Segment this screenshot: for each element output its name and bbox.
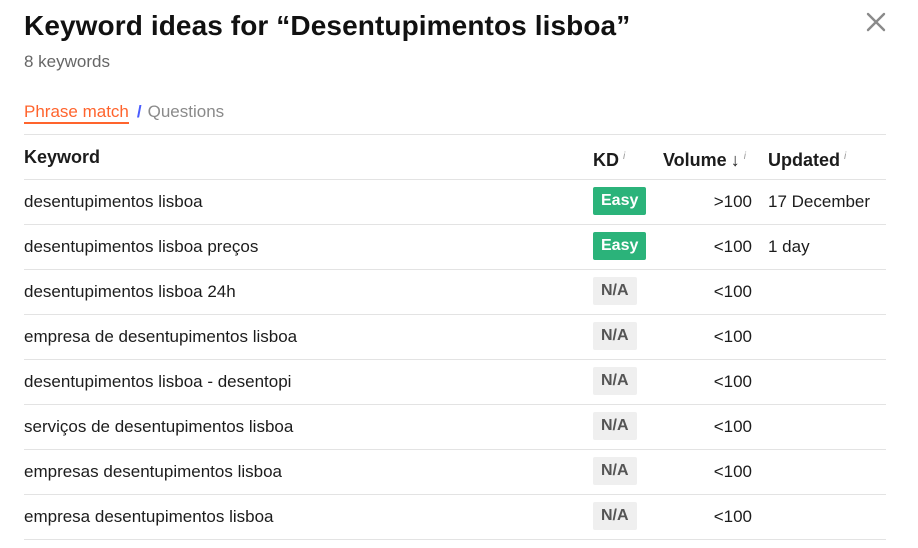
kd-cell: N/A [593, 360, 637, 404]
column-header-volume[interactable]: Volume ↓ i [663, 135, 746, 179]
page-title: Keyword ideas for “Desentupimentos lisbo… [24, 10, 631, 41]
column-header-volume-label: Volume [663, 150, 727, 170]
table-row[interactable]: desentupimentos lisboa Easy >100 17 Decembe… [24, 180, 886, 225]
match-tabs: Phrase match / Questions [24, 102, 225, 124]
volume-cell: <100 [713, 237, 752, 256]
info-icon[interactable]: i [744, 151, 746, 162]
updated-cell: 1 day [768, 237, 810, 256]
kd-badge: N/A [593, 277, 637, 306]
kd-cell: N/A [593, 405, 637, 449]
keyword-cell[interactable]: empresa de desentupimentos lisboa [24, 315, 297, 359]
volume-cell: <100 [713, 327, 752, 346]
table-row[interactable]: desentupimentos lisboa preços Easy <100 1 d… [24, 225, 886, 270]
volume-cell: >100 [713, 192, 752, 211]
column-header-keyword-label: Keyword [24, 147, 101, 167]
kd-badge: N/A [593, 412, 637, 441]
close-button[interactable] [864, 10, 888, 34]
kd-badge: N/A [593, 367, 637, 396]
column-header-keyword[interactable]: Keyword [24, 135, 100, 179]
kd-badge: Easy [593, 187, 647, 216]
table-row[interactable]: empresas desentupimentos lisboa N/A <100 [24, 450, 886, 495]
kd-badge: N/A [593, 322, 637, 351]
tab-separator: / [136, 102, 142, 121]
tab-phrase-match[interactable]: Phrase match [24, 102, 129, 124]
tab-questions[interactable]: Questions [148, 102, 225, 121]
volume-cell: <100 [713, 372, 752, 391]
keyword-cell[interactable]: desentupimentos lisboa [24, 180, 203, 224]
volume-cell: <100 [713, 507, 752, 526]
table-header-row: Keyword KD i Volume ↓ i Updated i [24, 135, 886, 180]
updated-cell: 17 December [768, 192, 871, 211]
table-row[interactable]: desentupimentos lisboa - desentopi N/A <10… [24, 360, 886, 405]
kd-cell: N/A [593, 270, 637, 314]
table-row[interactable]: desentupimentos lisboa 24h N/A <100 [24, 270, 886, 315]
volume-cell: <100 [713, 282, 752, 301]
column-header-kd-label: KD [593, 150, 619, 170]
kd-badge: N/A [593, 457, 637, 486]
keyword-cell[interactable]: desentupimentos lisboa - desentopi [24, 360, 291, 404]
sort-down-arrow-icon: ↓ [730, 150, 740, 170]
kd-cell: Easy [593, 225, 647, 269]
kd-cell: N/A [593, 495, 637, 539]
column-header-updated[interactable]: Updated i [768, 135, 846, 179]
kd-cell: N/A [593, 315, 637, 359]
keyword-cell[interactable]: empresa desentupimentos lisboa [24, 495, 273, 539]
table-row[interactable]: serviços de desentupimentos lisboa N/A <10… [24, 405, 886, 450]
keywords-table: Keyword KD i Volume ↓ i Updated i desentupim… [24, 134, 886, 540]
keyword-cell[interactable]: desentupimentos lisboa 24h [24, 270, 236, 314]
kd-cell: Easy [593, 180, 647, 224]
keyword-cell[interactable]: desentupimentos lisboa preços [24, 225, 258, 269]
kd-badge: Easy [593, 232, 647, 261]
column-header-kd[interactable]: KD i [593, 135, 625, 179]
table-row[interactable]: empresa desentupimentos lisboa N/A <100 [24, 495, 886, 540]
volume-cell: <100 [713, 462, 752, 481]
kd-badge: N/A [593, 502, 637, 531]
info-icon[interactable]: i [623, 151, 625, 162]
column-header-updated-label: Updated [768, 150, 840, 170]
keyword-count: 8 keywords [24, 52, 110, 71]
kd-cell: N/A [593, 450, 637, 494]
info-icon[interactable]: i [844, 151, 846, 162]
table-row[interactable]: empresa de desentupimentos lisboa N/A <100 [24, 315, 886, 360]
volume-cell: <100 [713, 417, 752, 436]
keyword-cell[interactable]: serviços de desentupimentos lisboa [24, 405, 293, 449]
close-icon [866, 12, 886, 32]
keyword-cell[interactable]: empresas desentupimentos lisboa [24, 450, 282, 494]
